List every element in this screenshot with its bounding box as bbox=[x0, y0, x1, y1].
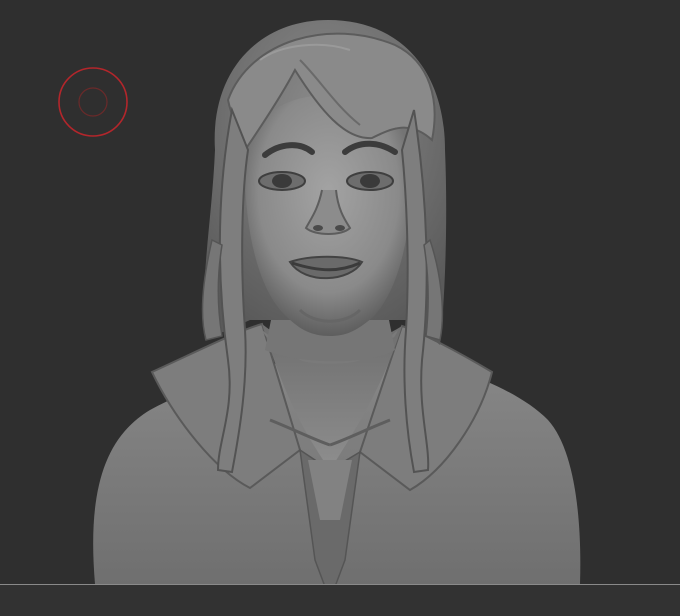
sculpt-viewport[interactable] bbox=[0, 0, 680, 616]
brush-cursor-icon bbox=[57, 66, 129, 138]
model-body bbox=[93, 322, 581, 603]
viewport-bottom-strip bbox=[0, 585, 680, 616]
